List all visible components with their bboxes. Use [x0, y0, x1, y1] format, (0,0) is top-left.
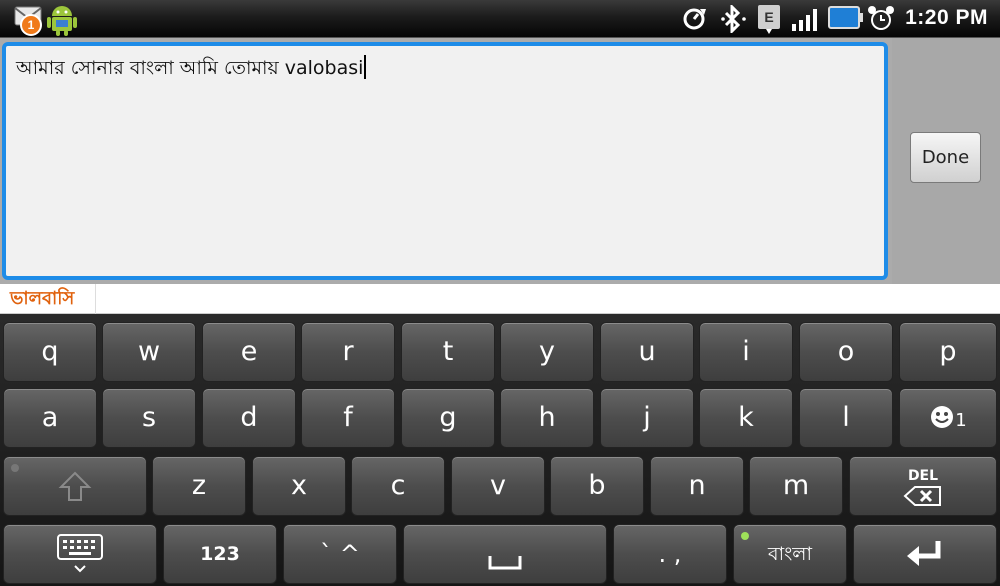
key-h[interactable]: h — [500, 388, 594, 448]
battery-icon — [828, 6, 863, 29]
soft-keyboard: q w e r t y u i o p a s d f g h j k l 1 … — [0, 314, 1000, 586]
suggestion-strip: ভালবাসি — [0, 284, 1000, 314]
key-m[interactable]: m — [749, 456, 843, 516]
key-c[interactable]: c — [351, 456, 445, 516]
key-v[interactable]: v — [451, 456, 545, 516]
key-k[interactable]: k — [699, 388, 793, 448]
key-f[interactable]: f — [301, 388, 395, 448]
key-l[interactable]: l — [799, 388, 893, 448]
key-d[interactable]: d — [202, 388, 296, 448]
key-s[interactable]: s — [102, 388, 196, 448]
key-x[interactable]: x — [252, 456, 346, 516]
numbers-key[interactable]: 123 — [163, 524, 277, 584]
space-key[interactable] — [403, 524, 607, 584]
keyboard-hide-icon — [57, 534, 103, 573]
key-o[interactable]: o — [799, 322, 893, 382]
key-y[interactable]: y — [500, 322, 594, 382]
extract-side-panel: Done — [892, 38, 1000, 284]
text-cursor — [364, 55, 367, 79]
delete-key-label: DEL — [907, 468, 939, 484]
emoji-key[interactable]: 1 — [899, 388, 997, 448]
bluetooth-icon — [721, 5, 746, 33]
key-r[interactable]: r — [301, 322, 395, 382]
enter-arrow-icon — [907, 541, 941, 566]
android-icon — [47, 6, 77, 36]
key-i[interactable]: i — [699, 322, 793, 382]
status-clock: 1:20 PM — [905, 6, 988, 29]
message-text: আমার সোনার বাংলা আমি তোমায় valobasi — [16, 57, 364, 79]
notification-count-badge: 1 — [20, 14, 42, 36]
svg-text:E: E — [764, 9, 773, 25]
smiley-icon — [931, 406, 954, 428]
key-p[interactable]: p — [899, 322, 997, 382]
key-g[interactable]: g — [401, 388, 495, 448]
key-e[interactable]: e — [202, 322, 296, 382]
editor-panel: আমার সোনার বাংলা আমি তোমায় valobasi — [0, 38, 892, 284]
key-t[interactable]: t — [401, 322, 495, 382]
punctuation-key[interactable]: . , — [613, 524, 727, 584]
delete-key[interactable]: DEL — [849, 456, 997, 516]
key-n[interactable]: n — [650, 456, 744, 516]
signal-icon — [792, 9, 817, 31]
space-bar-icon — [488, 556, 522, 570]
language-switch-key[interactable]: বাংলা — [733, 524, 847, 584]
shift-arrow-icon — [58, 471, 92, 501]
keyboard-settings-key[interactable] — [3, 524, 157, 584]
edge-data-icon: E — [758, 5, 780, 34]
status-bar: 1 E 1:20 PM — [0, 0, 1000, 38]
key-j[interactable]: j — [600, 388, 694, 448]
message-text-field[interactable]: আমার সোনার বাংলা আমি তোমায় valobasi — [2, 42, 888, 280]
sync-icon — [683, 8, 706, 30]
key-a[interactable]: a — [3, 388, 97, 448]
emoji-key-hint: 1 — [955, 410, 967, 431]
enter-key[interactable] — [853, 524, 997, 584]
suggestion-item[interactable]: ভালবাসি — [0, 284, 96, 314]
accent-key[interactable]: ` ^ — [283, 524, 397, 584]
key-z[interactable]: z — [152, 456, 246, 516]
key-u[interactable]: u — [600, 322, 694, 382]
key-w[interactable]: w — [102, 322, 196, 382]
done-button[interactable]: Done — [910, 132, 981, 183]
shift-key[interactable] — [3, 456, 147, 516]
alarm-icon — [868, 6, 894, 30]
key-q[interactable]: q — [3, 322, 97, 382]
backspace-icon — [903, 486, 941, 506]
language-label: বাংলা — [768, 543, 812, 565]
language-indicator-dot — [741, 532, 749, 540]
key-b[interactable]: b — [550, 456, 644, 516]
shift-indicator — [11, 464, 19, 472]
